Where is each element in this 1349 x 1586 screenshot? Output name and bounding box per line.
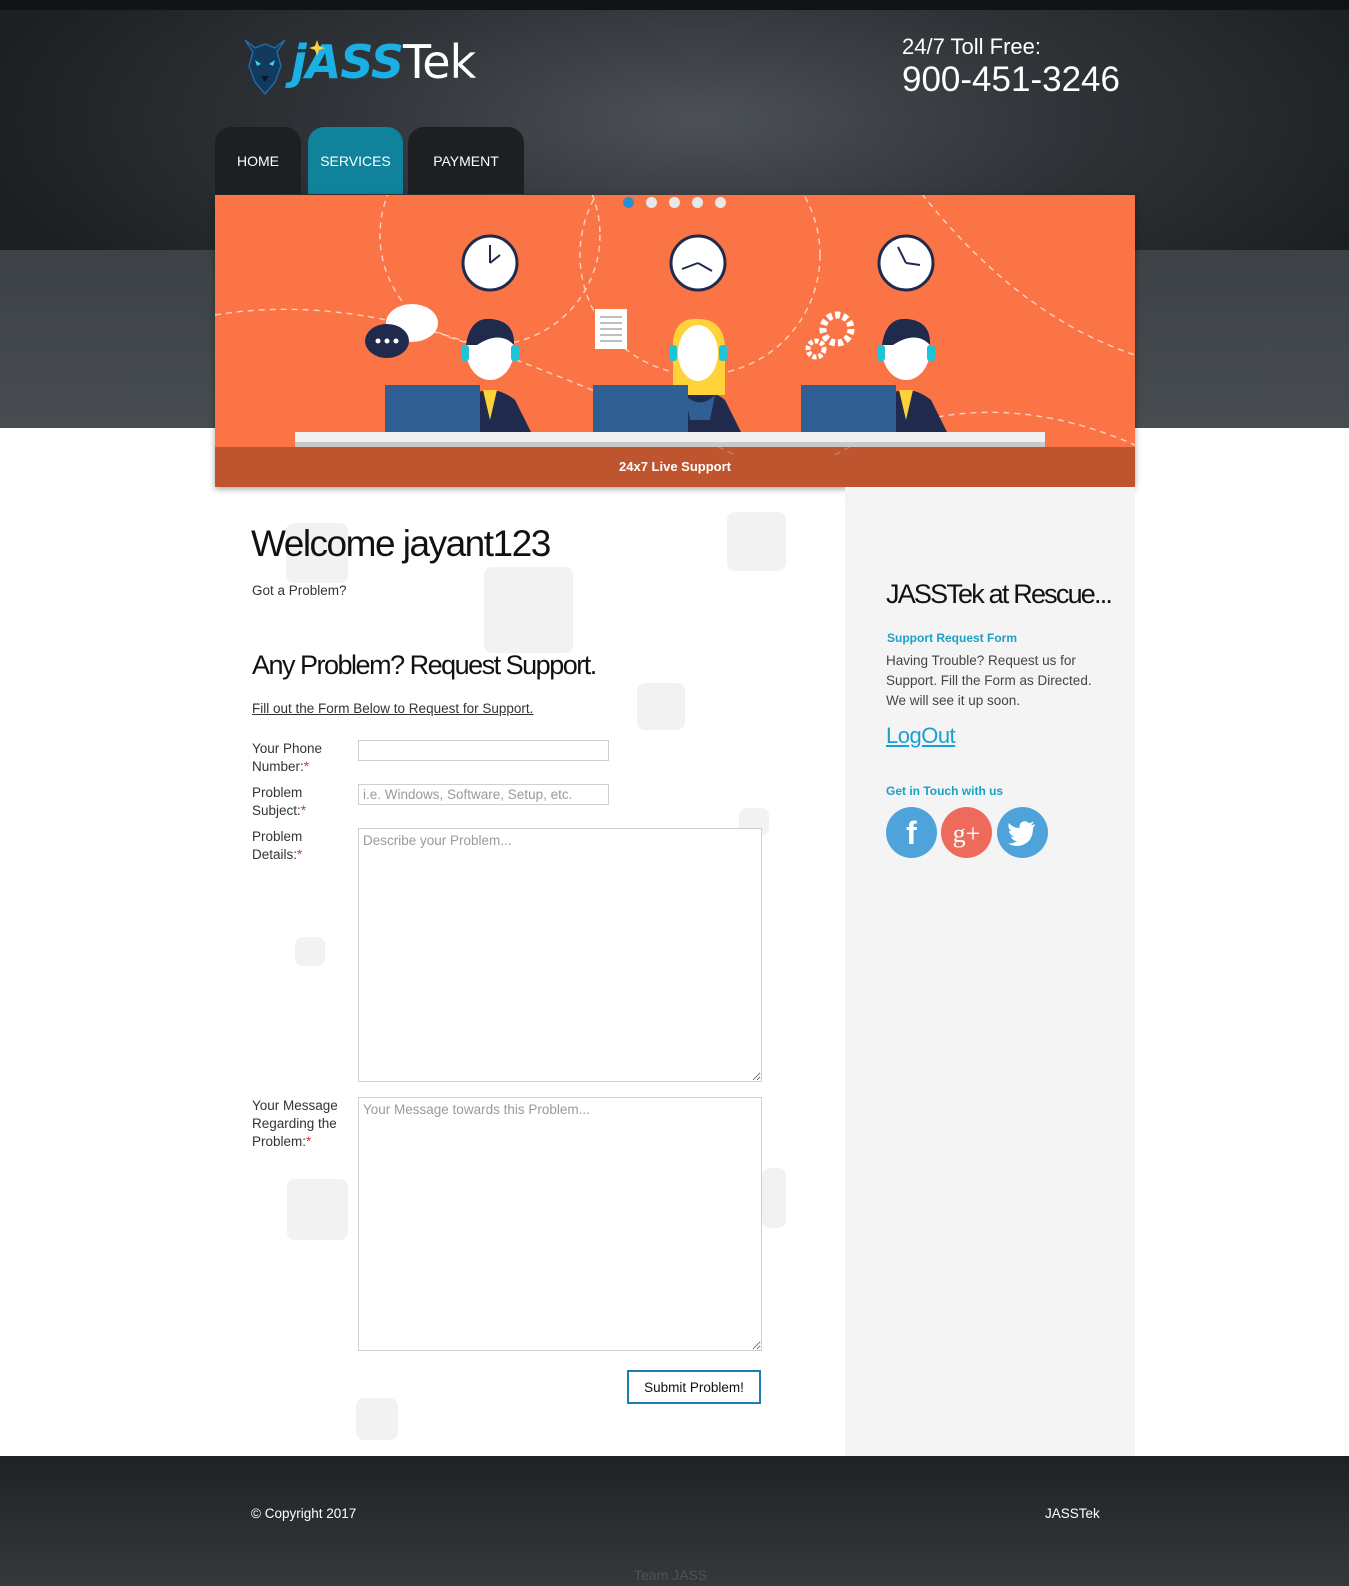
subtitle: Got a Problem? [252,583,347,598]
decorative-square [356,1398,398,1440]
phone-label: Your Phone Number:* [252,741,323,774]
required-mark: * [300,803,307,818]
subject-label: Problem Subject:* [252,785,307,818]
message-textarea[interactable] [358,1097,762,1351]
svg-text:f: f [906,815,917,851]
hero-banner: 24x7 Live Support [215,195,1135,487]
clock-icon [461,234,519,292]
slider-dot[interactable] [692,197,703,208]
slider-dot[interactable] [669,197,680,208]
nav-services[interactable]: SERVICES [308,127,403,194]
google-plus-icon[interactable]: g+ [941,807,992,858]
decorative-square [762,1168,786,1228]
decorative-square [727,512,786,571]
logo-text-jass: jASS [291,35,404,89]
decorative-square [637,683,685,730]
submit-button[interactable]: Submit Problem! [627,1370,761,1404]
decorative-square [295,937,325,966]
form-instructions: Fill out the Form Below to Request for S… [252,701,534,716]
gear-icon [805,311,855,360]
slider-dot[interactable] [715,197,726,208]
twitter-icon[interactable] [997,807,1048,858]
copyright: © Copyright 2017 [251,1506,357,1521]
social-heading: Get in Touch with us [886,784,1004,798]
svg-text:g+: g+ [953,819,981,848]
required-mark: * [303,759,310,774]
banner-caption: 24x7 Live Support [215,447,1135,487]
toll-free-label: 24/7 Toll Free: [902,34,1042,59]
phone-input[interactable] [358,740,609,761]
nav-payment[interactable]: PAYMENT [408,127,524,194]
slider-dot[interactable] [623,197,634,208]
section-title: Any Problem? Request Support. [252,650,597,680]
sidebar-title: JASSTek at Rescue... [886,579,1113,609]
support-illustration [215,195,1135,456]
chat-bubble-icon [365,304,438,358]
toll-free-number: 900-451-3246 [902,60,1120,99]
logo-text-tek: Tek [403,35,476,89]
wolf-logo-icon [244,39,286,96]
top-strip [0,0,1349,10]
decorative-square [484,567,573,653]
page-title: Welcome jayant123 [251,523,551,564]
slider-dot[interactable] [646,197,657,208]
decorative-square [287,1179,348,1240]
toll-free-block: 24/7 Toll Free: 900-451-3246 [902,34,1120,100]
footer-brand: JASSTek [1045,1506,1100,1521]
site-logo[interactable]: jASSTek [241,30,511,98]
star-icon [309,40,325,56]
details-label: Problem Details:* [252,829,303,862]
message-label: Your Message Regarding the Problem:* [252,1098,338,1149]
logout-link[interactable]: LogOut [886,723,956,749]
clock-icon [877,234,935,292]
document-icon [595,309,627,349]
details-textarea[interactable] [358,828,762,1082]
footer-team: Team JASS [634,1567,708,1583]
support-form-heading: Support Request Form [887,631,1018,645]
facebook-icon[interactable]: f [886,807,937,858]
subject-input[interactable] [358,784,609,805]
clock-icon [669,234,727,292]
sidebar-text: Having Trouble? Request us for Support. … [886,653,1092,708]
nav-home[interactable]: HOME [215,127,301,194]
required-mark: * [297,847,303,862]
required-mark: * [306,1134,312,1149]
